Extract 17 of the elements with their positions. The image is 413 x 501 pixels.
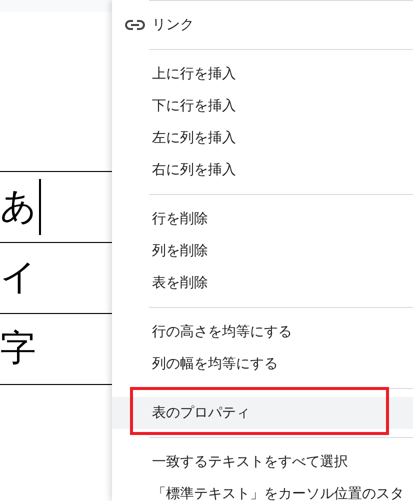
- menu-item[interactable]: 列を削除: [112, 235, 413, 267]
- menu-item[interactable]: 列の幅を均等にする: [112, 348, 413, 380]
- link-icon: [125, 20, 145, 30]
- menu-item[interactable]: 表を削除: [112, 267, 413, 299]
- menu-item[interactable]: 表のプロパティ: [112, 397, 413, 429]
- menu-item[interactable]: 左に列を挿入: [112, 122, 413, 154]
- menu-item[interactable]: 「標準テキスト」をカーソル位置のスタ: [112, 478, 413, 501]
- menu-item[interactable]: 行を削除: [112, 203, 413, 235]
- menu-item[interactable]: 右に列を挿入: [112, 154, 413, 186]
- menu-item[interactable]: 一致するテキストをすべて選択: [112, 446, 413, 478]
- menu-item[interactable]: リンク: [112, 9, 413, 41]
- table-cell: あ: [0, 189, 37, 225]
- table-cell: イ: [0, 260, 37, 296]
- menu-item[interactable]: 上に行を挿入: [112, 58, 413, 90]
- menu-item[interactable]: 行の高さを均等にする: [112, 316, 413, 348]
- menu-item[interactable]: 下に行を挿入: [112, 90, 413, 122]
- table-cell: 字: [0, 331, 36, 367]
